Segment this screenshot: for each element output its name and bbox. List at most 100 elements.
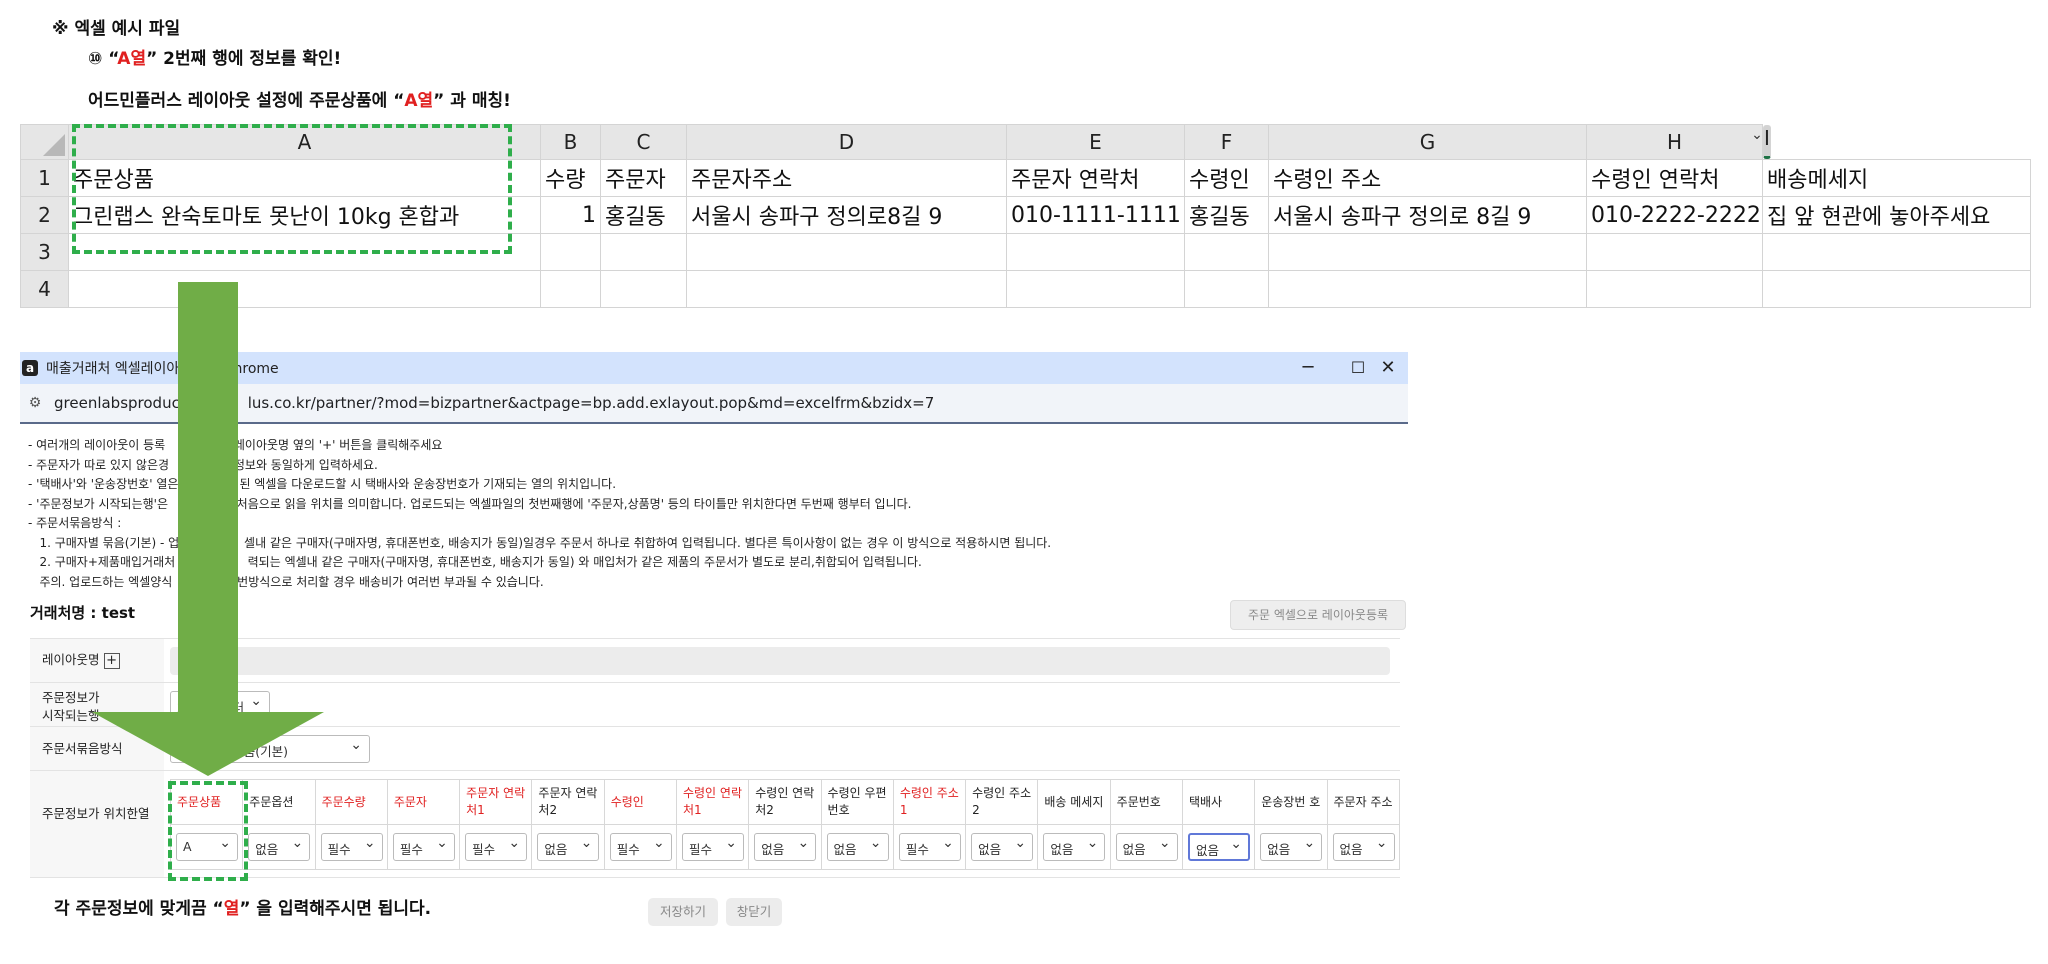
cell-c2[interactable]: 홍길동 [600,196,687,234]
column-header-h[interactable]: H [1586,124,1763,160]
column-select[interactable]: 없음 [971,833,1034,861]
column-select[interactable]: 없음 [826,833,889,861]
cell-i2[interactable]: 집 앞 현관에 놓아주세요 [1762,196,2031,234]
cell-d2[interactable]: 서울시 송파구 정의로8길 9 [686,196,1007,234]
cell-b4[interactable] [540,270,601,308]
cell-a4[interactable] [68,270,541,308]
column-select[interactable]: 없음 [1260,833,1323,861]
column-select[interactable]: 없음 [1332,833,1395,861]
select-all-corner[interactable] [20,124,69,160]
column-header-e[interactable]: E [1006,124,1185,160]
cell-d1[interactable]: 주문자주소 [686,159,1007,197]
column-select[interactable]: 없음 [537,833,600,861]
cell-h3[interactable] [1586,233,1763,271]
cell-g4[interactable] [1268,270,1587,308]
cell-g1[interactable]: 수령인 주소 [1268,159,1587,197]
cell-i3[interactable] [1762,233,2031,271]
grid-select-cell: 없음 [748,824,822,870]
cell-e1[interactable]: 주문자 연락처 [1006,159,1185,197]
column-position-label: 주문정보가 위치한열 [30,771,164,877]
grid-select-cell: 필수 [459,824,533,870]
cell-b1[interactable]: 수량 [540,159,601,197]
column-select[interactable]: 필수 [392,833,455,861]
close-window-button[interactable]: ✕ [1366,356,1410,380]
column-select[interactable]: 필수 [681,833,744,861]
grid-header-cell: 운송장번 호 [1254,779,1328,825]
cell-f3[interactable] [1184,233,1269,271]
column-select[interactable]: 없음 [1187,833,1250,861]
column-position-grid: 주문상품 주문옵션 주문수량 주문자 주문자 연락처1 주문자 연락처2 수령인 수령인 연락… [169,779,1400,870]
column-select[interactable]: 없음 [1043,833,1106,861]
column-select[interactable]: 없음 [754,833,817,861]
bottom-note-highlight: 열 [223,899,240,919]
grid-header-cell: 수령인 연락처1 [675,779,750,825]
grid-header-cell: 택배사 [1181,779,1256,825]
note-match-suffix: ” 과 매칭! [433,91,511,111]
cell-b3[interactable] [540,233,601,271]
cell-h2[interactable]: 010-2222-2222 [1586,196,1763,234]
site-settings-icon[interactable]: ⚙ [26,395,44,411]
grid-header-cell: 주문번호 [1109,779,1183,825]
column-select[interactable]: 필수 [465,833,528,861]
layout-name-label-text: 레이아웃명 [42,652,100,667]
grid-select-cell: 필수 [386,824,461,870]
partner-name: 거래처명 : test [30,604,136,622]
add-layout-button[interactable]: + [103,652,120,669]
column-header-d[interactable]: D [686,124,1007,160]
cell-e3[interactable] [1006,233,1185,271]
grid-select-cell: 없음 [1326,824,1400,870]
row-header-1[interactable]: 1 [20,159,69,197]
cell-i4[interactable] [1762,270,2031,308]
cell-c1[interactable]: 주문자 [600,159,687,197]
grid-header-cell: 수령인 연락처2 [748,779,822,825]
grid-select-cell: 없음 [531,824,605,870]
grid-select-cell: 필수 [892,824,967,870]
cell-g2[interactable]: 서울시 송파구 정의로 8길 9 [1268,196,1587,234]
column-select[interactable]: 없음 [1115,833,1178,861]
register-layout-button[interactable]: 주문 엑셀으로 레이아웃등록 [1230,600,1406,630]
cell-g3[interactable] [1268,233,1587,271]
minimize-button[interactable]: ─ [1286,356,1330,380]
grid-select-cell: 필수 [675,824,750,870]
cell-f1[interactable]: 수령인 [1184,159,1269,197]
cell-c3[interactable] [600,233,687,271]
cell-d3[interactable] [686,233,1007,271]
column-header-i[interactable]: I [1751,124,1771,159]
layout-name-input[interactable] [170,647,1390,675]
cell-h4[interactable] [1586,270,1763,308]
grid-select-cell: 없음 [1254,824,1328,870]
grid-header-cell: 주문자 연락처2 [531,779,605,825]
grid-select-cell: 없음 [1109,824,1183,870]
window-title: 매출거래처 엑셀레이아 Chrome [46,361,279,377]
cell-b2[interactable]: 1 [540,196,601,234]
column-header-f[interactable]: F [1184,124,1269,160]
cell-e4[interactable] [1006,270,1185,308]
column-select[interactable]: 필수 [898,833,961,861]
column-select[interactable]: 필수 [320,833,383,861]
bottom-note-suffix: ” 을 입력해주시면 됩니다. [239,899,432,919]
grid-select-cell: 없음 [820,824,894,870]
bottom-note: 각 주문정보에 맞게끔 “열” 을 입력해주시면 됩니다. [54,894,431,919]
cell-d4[interactable] [686,270,1007,308]
column-header-g[interactable]: G [1268,124,1587,160]
grid-header-cell: 주문수량 [314,779,388,825]
column-select[interactable]: 없음 [248,833,311,861]
cell-h1[interactable]: 수령인 연락처 [1586,159,1763,197]
row-header-3[interactable]: 3 [20,233,69,271]
save-button[interactable]: 저장하기 [648,898,718,926]
grid-select-cell: 없음 [242,824,316,870]
grid-header-cell: 수령인 우편번호 [820,779,894,825]
cell-i1[interactable]: 배송메세지 [1762,159,2031,197]
column-header-b[interactable]: B [540,124,601,160]
close-button[interactable]: 창닫기 [726,898,782,926]
row-header-4[interactable]: 4 [20,270,69,308]
cell-f4[interactable] [1184,270,1269,308]
cell-e2[interactable]: 010-1111-1111 [1006,196,1185,234]
column-select[interactable]: 필수 [609,833,672,861]
bottom-note-prefix: 각 주문정보에 맞게끔 “ [54,899,224,919]
column-header-c[interactable]: C [600,124,687,160]
row-header-2[interactable]: 2 [20,196,69,234]
grid-header-cell: 주문옵션 [242,779,316,825]
cell-c4[interactable] [600,270,687,308]
cell-f2[interactable]: 홍길동 [1184,196,1269,234]
